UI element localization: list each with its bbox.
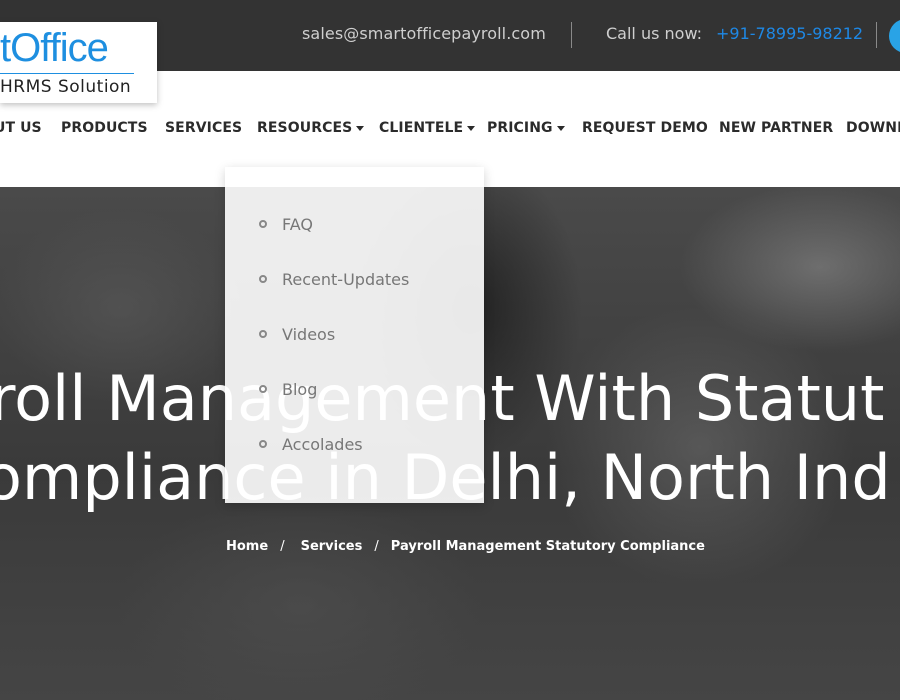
social-button[interactable] bbox=[889, 19, 900, 53]
bullet-icon bbox=[259, 440, 267, 448]
nav-item-downloads[interactable]: DOWNL bbox=[846, 120, 900, 136]
bullet-icon bbox=[259, 220, 267, 228]
nav-item-pricing[interactable]: PRICING bbox=[487, 120, 565, 136]
breadcrumb-separator: / bbox=[374, 539, 379, 554]
caret-down-icon bbox=[467, 125, 476, 131]
resources-dropdown: FAQ Recent-Updates Videos Blog Accolades bbox=[225, 167, 484, 503]
nav-item-new-partner[interactable]: NEW PARTNER bbox=[719, 120, 833, 136]
topbar-divider bbox=[876, 22, 877, 48]
caret-down-icon bbox=[556, 125, 565, 131]
dropdown-item-blog[interactable]: Blog bbox=[259, 377, 317, 401]
nav-item-products[interactable]: PRODUCTS bbox=[61, 120, 148, 136]
logo-tagline: HRMS Solution bbox=[0, 77, 132, 97]
breadcrumb-home[interactable]: Home bbox=[226, 539, 268, 554]
dropdown-item-videos[interactable]: Videos bbox=[259, 322, 335, 346]
caret-down-icon bbox=[356, 125, 365, 131]
nav-item-clientele[interactable]: CLIENTELE bbox=[379, 120, 476, 136]
breadcrumb-separator: / bbox=[280, 539, 285, 554]
phone-link[interactable]: +91-78995-98212 bbox=[716, 24, 863, 43]
breadcrumb: Home / Services / Payroll Management Statuto… bbox=[226, 539, 705, 554]
email-link[interactable]: sales@smartofficepayroll.com bbox=[302, 24, 546, 43]
logo-rule bbox=[0, 73, 134, 74]
site-logo[interactable]: tOffice HRMS Solution bbox=[0, 22, 157, 103]
bullet-icon bbox=[259, 275, 267, 283]
nav-item-services[interactable]: SERVICES bbox=[165, 120, 242, 136]
main-nav: UT US PRODUCTS SERVICES RESOURCES CLIENT… bbox=[0, 110, 900, 146]
dropdown-item-accolades[interactable]: Accolades bbox=[259, 432, 363, 456]
logo-brand-text: tOffice bbox=[0, 26, 109, 70]
breadcrumb-services[interactable]: Services bbox=[301, 539, 363, 554]
dropdown-item-faq[interactable]: FAQ bbox=[259, 212, 313, 236]
nav-item-about-us[interactable]: UT US bbox=[0, 120, 42, 136]
bullet-icon bbox=[259, 385, 267, 393]
dropdown-item-recent-updates[interactable]: Recent-Updates bbox=[259, 267, 409, 291]
topbar-divider bbox=[571, 22, 572, 48]
call-label: Call us now: bbox=[606, 24, 703, 43]
nav-item-request-demo[interactable]: REQUEST DEMO bbox=[582, 120, 708, 136]
breadcrumb-current: Payroll Management Statutory Compliance bbox=[390, 539, 705, 554]
nav-item-resources[interactable]: RESOURCES bbox=[257, 120, 365, 136]
bullet-icon bbox=[259, 330, 267, 338]
